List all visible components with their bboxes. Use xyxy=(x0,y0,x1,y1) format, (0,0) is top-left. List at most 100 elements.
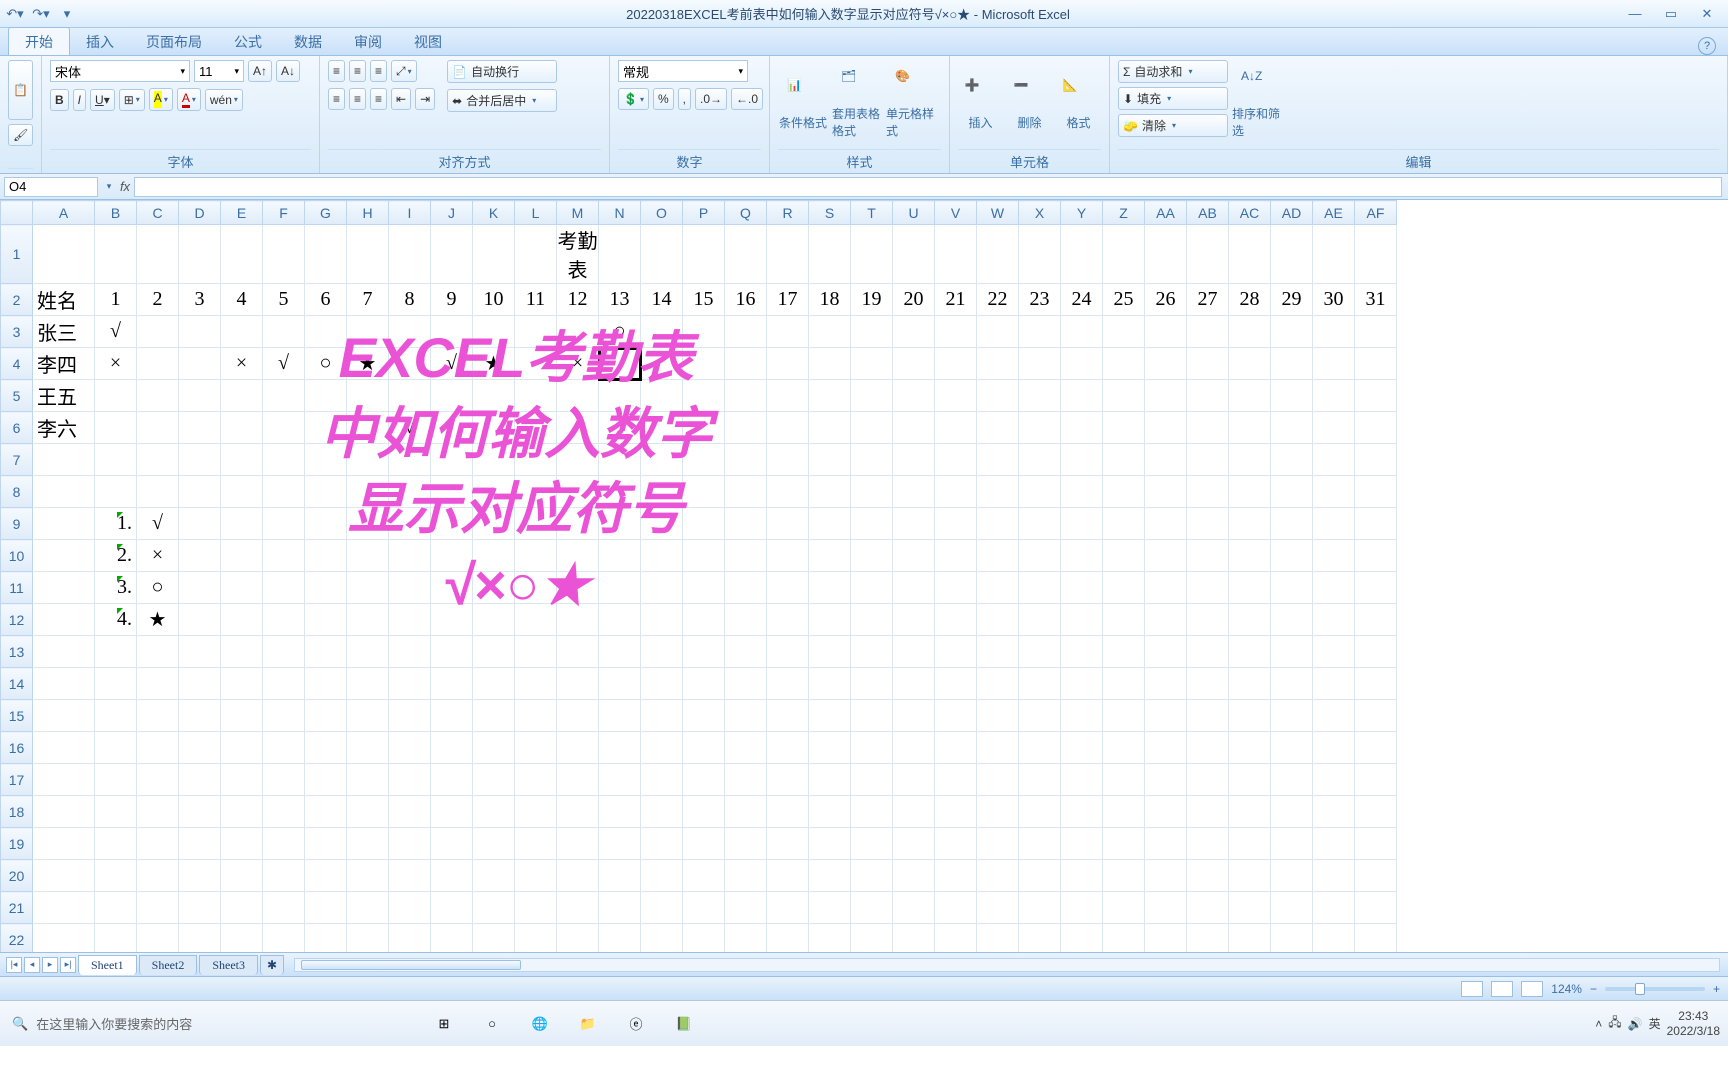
cell-J2[interactable]: 9 xyxy=(431,284,473,316)
cell-G18[interactable] xyxy=(305,796,347,828)
cell-I16[interactable] xyxy=(389,732,431,764)
cell-AC12[interactable] xyxy=(1229,604,1271,636)
cell-W11[interactable] xyxy=(977,572,1019,604)
cell-N8[interactable] xyxy=(599,476,641,508)
sheet-nav-first[interactable]: |◂ xyxy=(6,957,22,973)
cell-A21[interactable] xyxy=(33,892,95,924)
cell-C19[interactable] xyxy=(137,828,179,860)
cell-AF5[interactable] xyxy=(1355,380,1397,412)
cell-J17[interactable] xyxy=(431,764,473,796)
cell-O16[interactable] xyxy=(641,732,683,764)
cell-O22[interactable] xyxy=(641,924,683,953)
delete-cells-button[interactable]: ➖删除 xyxy=(1007,60,1052,148)
cell-F2[interactable]: 5 xyxy=(263,284,305,316)
cell-O6[interactable] xyxy=(641,412,683,444)
cell-X9[interactable] xyxy=(1019,508,1061,540)
cell-D15[interactable] xyxy=(179,700,221,732)
cell-D10[interactable] xyxy=(179,540,221,572)
cell-U9[interactable] xyxy=(893,508,935,540)
cell-AB14[interactable] xyxy=(1187,668,1229,700)
cell-O5[interactable] xyxy=(641,380,683,412)
cell-T11[interactable] xyxy=(851,572,893,604)
cell-X16[interactable] xyxy=(1019,732,1061,764)
fill-color-button[interactable]: A xyxy=(149,88,173,111)
phonetic-button[interactable]: wén xyxy=(205,89,243,111)
font-name-combo[interactable]: 宋体▾ xyxy=(50,60,190,82)
cell-B13[interactable] xyxy=(95,636,137,668)
cell-G6[interactable] xyxy=(305,412,347,444)
cell-N3[interactable]: ○ xyxy=(599,316,641,348)
cell-AB7[interactable] xyxy=(1187,444,1229,476)
format-as-table-button[interactable]: 🗂套用表格格式 xyxy=(832,60,882,148)
cell-AD18[interactable] xyxy=(1271,796,1313,828)
cell-Z5[interactable] xyxy=(1103,380,1145,412)
tab-view[interactable]: 视图 xyxy=(398,28,458,55)
cell-R3[interactable] xyxy=(767,316,809,348)
cell-I14[interactable] xyxy=(389,668,431,700)
minimize-button[interactable]: — xyxy=(1618,4,1652,24)
cell-D12[interactable] xyxy=(179,604,221,636)
cell-R13[interactable] xyxy=(767,636,809,668)
cell-V22[interactable] xyxy=(935,924,977,953)
cell-J21[interactable] xyxy=(431,892,473,924)
cell-U10[interactable] xyxy=(893,540,935,572)
excel-icon[interactable]: 📗 xyxy=(660,1004,708,1044)
edge-icon[interactable]: 🌐 xyxy=(516,1004,564,1044)
cell-B2[interactable]: 1 xyxy=(95,284,137,316)
cell-W2[interactable]: 22 xyxy=(977,284,1019,316)
cell-AD2[interactable]: 29 xyxy=(1271,284,1313,316)
col-header-P[interactable]: P xyxy=(683,201,725,225)
col-header-I[interactable]: I xyxy=(389,201,431,225)
cell-AE3[interactable] xyxy=(1313,316,1355,348)
cell-X1[interactable] xyxy=(1019,225,1061,284)
cell-T16[interactable] xyxy=(851,732,893,764)
cell-R22[interactable] xyxy=(767,924,809,953)
cell-AA10[interactable] xyxy=(1145,540,1187,572)
cell-G12[interactable] xyxy=(305,604,347,636)
cell-B20[interactable] xyxy=(95,860,137,892)
cell-D4[interactable] xyxy=(179,348,221,380)
cell-A15[interactable] xyxy=(33,700,95,732)
zoom-out-button[interactable]: − xyxy=(1590,982,1597,996)
cell-O4[interactable] xyxy=(641,348,683,380)
cell-A16[interactable] xyxy=(33,732,95,764)
cell-AA15[interactable] xyxy=(1145,700,1187,732)
cell-C14[interactable] xyxy=(137,668,179,700)
clear-button[interactable]: 🧽清除 xyxy=(1118,114,1228,137)
cell-N13[interactable] xyxy=(599,636,641,668)
cell-T3[interactable] xyxy=(851,316,893,348)
cell-L15[interactable] xyxy=(515,700,557,732)
cell-G21[interactable] xyxy=(305,892,347,924)
cell-R16[interactable] xyxy=(767,732,809,764)
cell-V6[interactable] xyxy=(935,412,977,444)
cell-AC20[interactable] xyxy=(1229,860,1271,892)
cell-K22[interactable] xyxy=(473,924,515,953)
cell-U3[interactable] xyxy=(893,316,935,348)
cell-X21[interactable] xyxy=(1019,892,1061,924)
cell-K21[interactable] xyxy=(473,892,515,924)
cell-K18[interactable] xyxy=(473,796,515,828)
cell-P4[interactable] xyxy=(683,348,725,380)
cell-AD1[interactable] xyxy=(1271,225,1313,284)
cell-T13[interactable] xyxy=(851,636,893,668)
cell-X12[interactable] xyxy=(1019,604,1061,636)
cell-W19[interactable] xyxy=(977,828,1019,860)
tab-review[interactable]: 审阅 xyxy=(338,28,398,55)
cell-AB9[interactable] xyxy=(1187,508,1229,540)
col-header-J[interactable]: J xyxy=(431,201,473,225)
cell-U1[interactable] xyxy=(893,225,935,284)
cell-V20[interactable] xyxy=(935,860,977,892)
cell-AE17[interactable] xyxy=(1313,764,1355,796)
cell-D20[interactable] xyxy=(179,860,221,892)
cell-O12[interactable] xyxy=(641,604,683,636)
cell-V4[interactable] xyxy=(935,348,977,380)
cell-AF19[interactable] xyxy=(1355,828,1397,860)
cell-A17[interactable] xyxy=(33,764,95,796)
cell-T21[interactable] xyxy=(851,892,893,924)
cell-Z7[interactable] xyxy=(1103,444,1145,476)
sort-filter-button[interactable]: A↓Z排序和筛选 xyxy=(1232,60,1282,148)
cell-R19[interactable] xyxy=(767,828,809,860)
cell-A14[interactable] xyxy=(33,668,95,700)
cell-E12[interactable] xyxy=(221,604,263,636)
cell-C6[interactable] xyxy=(137,412,179,444)
